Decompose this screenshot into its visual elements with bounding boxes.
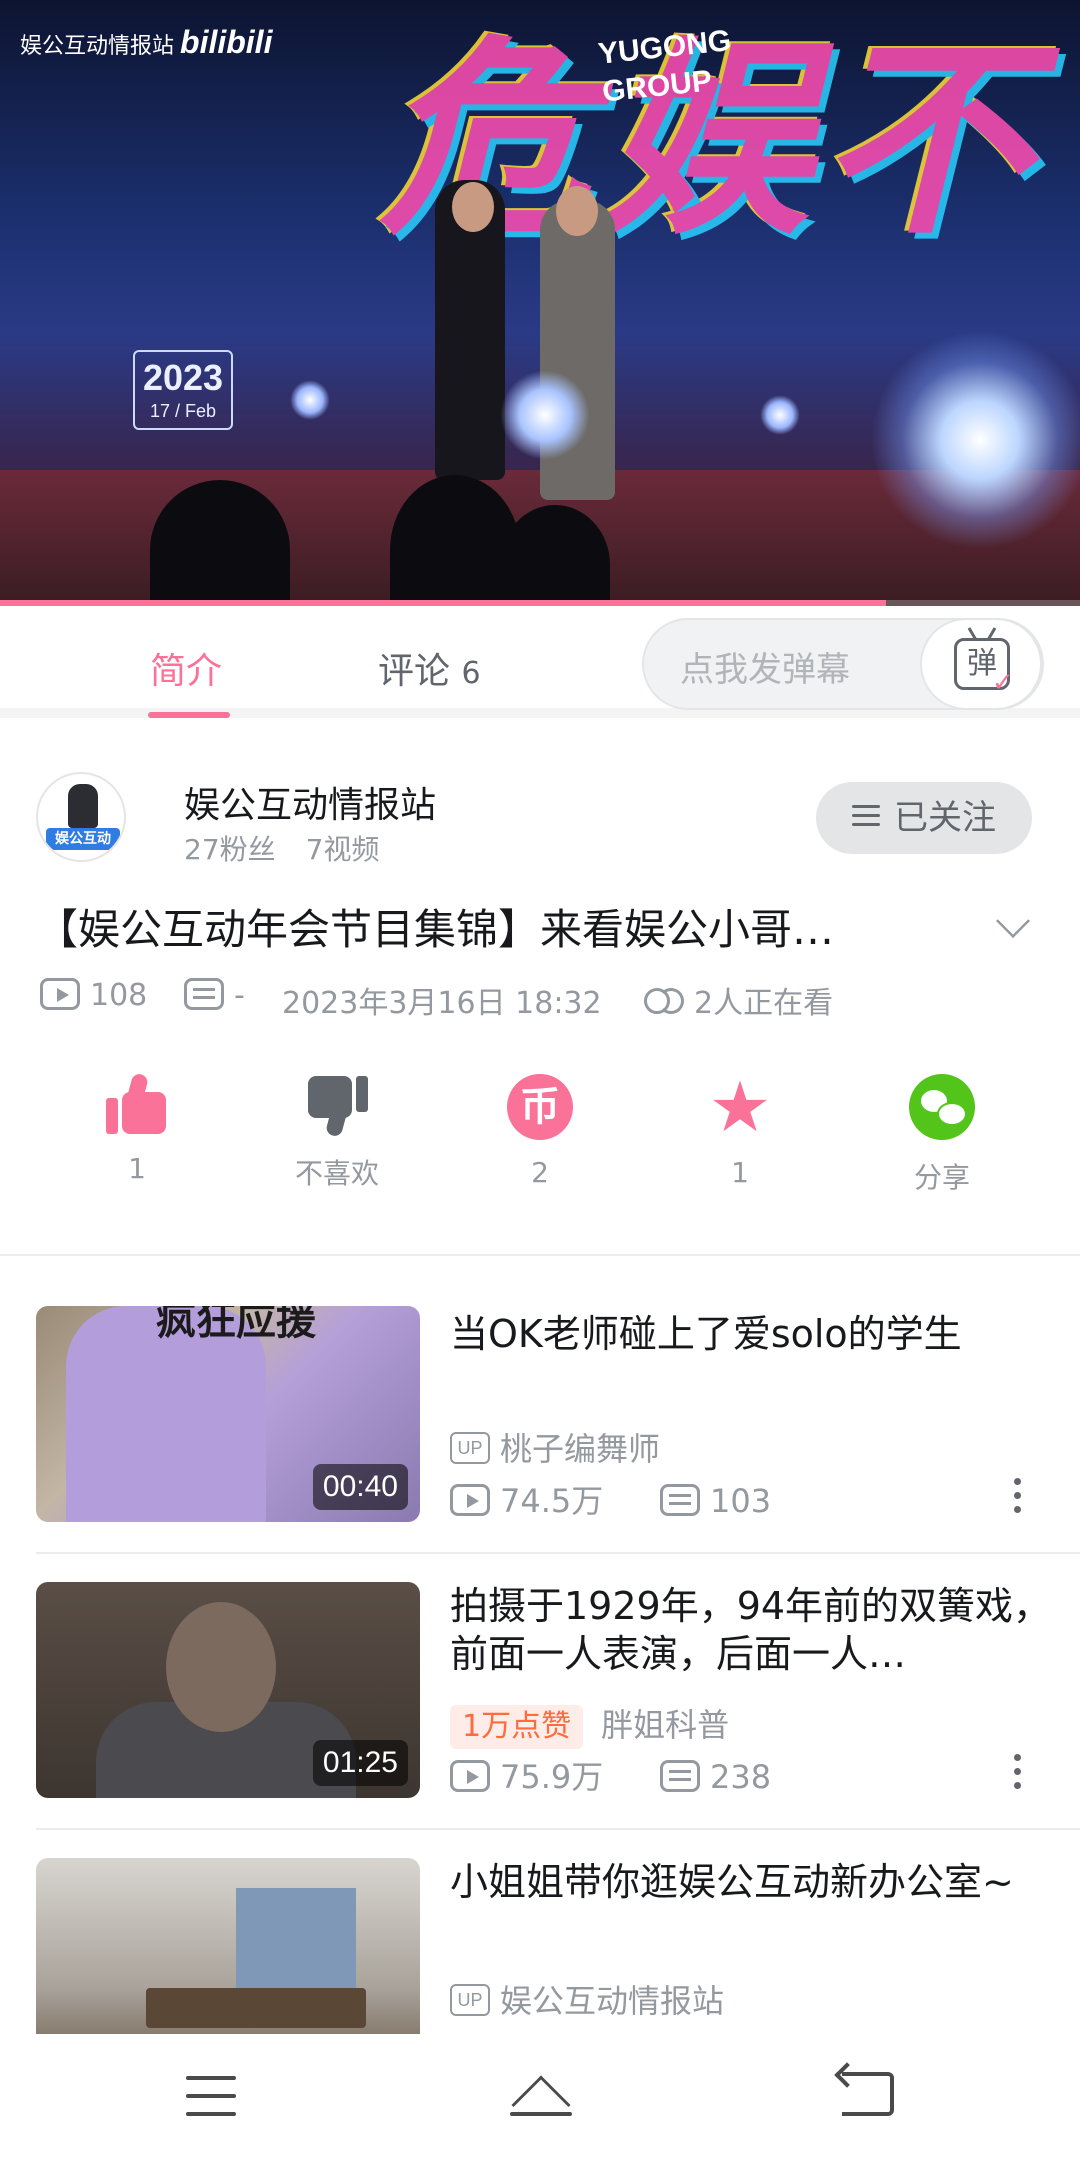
related-video-uploader: UP 娱公互动情报站 [450,1976,724,2022]
avatar-figure [68,784,98,828]
people-icon [642,986,684,1018]
avatar-tag: 娱公互动 [46,828,120,850]
related-uploader-name: 胖姐科普 [601,1706,730,1744]
related-views: 75.9万 [500,1758,604,1796]
up-badge-icon: UP [450,1984,490,2016]
wechat-icon [909,1074,975,1140]
related-video-uploader: 1万点赞 胖姐科普 [450,1700,729,1749]
more-vertical-icon[interactable] [1014,1478,1022,1518]
stage-light [870,330,1080,550]
video-thumbnail[interactable]: 疯狂应援 00:40 [36,1306,420,1522]
related-video-title[interactable]: 当OK老师碰上了爱solo的学生 [450,1310,1070,1358]
stage-date-day: 17 / Feb [149,401,217,421]
thumbs-up-icon [106,1072,168,1136]
stage-date-year: 2023 [142,357,224,398]
share-label: 分享 [913,1161,970,1194]
more-vertical-icon[interactable] [1014,1754,1022,1794]
follow-button[interactable]: 已关注 [816,782,1032,854]
dislike-button[interactable]: 不喜欢 [267,1074,407,1192]
related-video-item[interactable]: 疯狂应援 00:40 当OK老师碰上了爱solo的学生 UP 桃子编舞师 74.5… [36,1306,1080,1522]
uploader-fans: 27粉丝 [184,833,276,866]
up-badge-icon: UP [450,1432,490,1464]
watching-now-value: 2人正在看 [694,986,834,1021]
favorite-button[interactable]: ★ 1 [670,1066,810,1189]
view-count-value: 108 [90,978,148,1013]
related-video-stats: 74.5万 103 [450,1476,870,1522]
related-video-stats: 75.9万 238 [450,1752,870,1798]
menu-icon [852,799,880,832]
likes-badge: 1万点赞 [450,1705,584,1749]
stage-light [760,395,800,435]
coin-button[interactable]: 币 2 [470,1074,610,1189]
stage-logo-text: YUGONG GROUP [596,24,733,109]
video-thumbnail[interactable]: 01:25 [36,1582,420,1798]
list-divider [36,1828,1080,1830]
chevron-down-icon[interactable] [996,904,1030,938]
dislike-label: 不喜欢 [294,1157,379,1190]
related-comments: 103 [710,1482,772,1520]
tab-comments[interactable]: 评论 6 [378,642,481,694]
video-watermark: 娱公互动情报站 bilibili [20,24,272,61]
thumbnail-caption: 疯狂应援 [156,1306,316,1344]
watermark-channel: 娱公互动情报站 [20,34,175,59]
danmaku-count-icon [660,1760,700,1792]
favorite-count: 1 [731,1156,749,1189]
danmaku-count: - [184,977,245,1013]
danmaku-count-icon [184,977,224,1010]
active-tab-indicator [148,712,230,718]
back-icon[interactable] [842,2072,894,2116]
star-icon: ★ [708,1066,772,1148]
play-count-icon [450,1484,490,1516]
list-divider [36,1552,1080,1554]
watching-now: 2人正在看 [642,978,833,1022]
tab-comments-count: 6 [461,656,481,691]
related-comments: 238 [710,1758,772,1796]
uploader-name[interactable]: 娱公互动情报站 [184,776,436,828]
play-count-icon [40,977,80,1010]
uploader-stats: 27粉丝 7视频 [184,828,379,868]
avatar[interactable]: 娱公互动 [36,772,126,862]
tab-comments-label: 评论 [378,651,451,692]
like-count: 1 [128,1152,146,1185]
stage-date-sign: 2023 17 / Feb [133,350,233,430]
publish-time: 2023年3月16日 18:32 [282,986,602,1021]
thumbs-down-icon [306,1074,368,1138]
danmaku-count-icon [660,1484,700,1516]
coin-icon: 币 [507,1074,573,1140]
stage-light [290,380,330,420]
recent-apps-icon[interactable] [186,2076,236,2130]
performer-right-head [556,186,598,236]
section-divider [0,1254,1080,1256]
detail-tab-bar: 简介 评论 6 点我发弹幕 弹 ✓ [0,606,1080,718]
home-icon[interactable] [506,2070,576,2135]
coin-count: 2 [531,1156,549,1189]
follow-label: 已关注 [894,798,996,838]
tab-intro[interactable]: 简介 [150,642,222,694]
watermark-brand: bilibili [180,24,273,60]
video-title: 【娱公互动年会节目集锦】来看娱公小哥… [36,905,835,954]
uploader-videos: 7视频 [305,833,380,866]
view-count: 108 [40,977,148,1013]
video-duration: 01:25 [312,1740,408,1786]
related-uploader-name: 娱公互动情报站 [500,1982,725,2020]
related-views: 74.5万 [500,1482,604,1520]
related-video-title[interactable]: 拍摄于1929年，94年前的双簧戏，前面一人表演，后面一人… [450,1582,1070,1678]
system-navigation-bar [0,2034,1080,2160]
performer-left-head [452,182,494,232]
play-count-icon [450,1760,490,1792]
video-player[interactable]: 危娱不 YUGONG GROUP 2023 17 / Feb 娱公互动情报站 bi… [0,0,1080,606]
related-uploader-name: 桃子编舞师 [500,1430,661,1468]
like-button[interactable]: 1 [67,1072,207,1185]
danmaku-count-value: - [234,978,245,1013]
danmaku-toggle-button[interactable]: 弹 ✓ [920,618,1042,710]
related-video-item[interactable]: 01:25 拍摄于1929年，94年前的双簧戏，前面一人表演，后面一人… 1万点… [36,1582,1080,1798]
danmaku-on-check-icon: ✓ [992,668,1014,698]
related-video-uploader: UP 桃子编舞师 [450,1424,660,1470]
related-video-title[interactable]: 小姐姐带你逛娱公互动新办公室~ [450,1858,1070,1954]
danmaku-input-box[interactable]: 点我发弹幕 弹 ✓ [642,618,1044,710]
video-duration: 00:40 [312,1464,408,1510]
stage-light [500,370,590,460]
danmaku-input[interactable]: 点我发弹幕 [680,642,850,691]
share-button[interactable]: 分享 [872,1074,1012,1196]
